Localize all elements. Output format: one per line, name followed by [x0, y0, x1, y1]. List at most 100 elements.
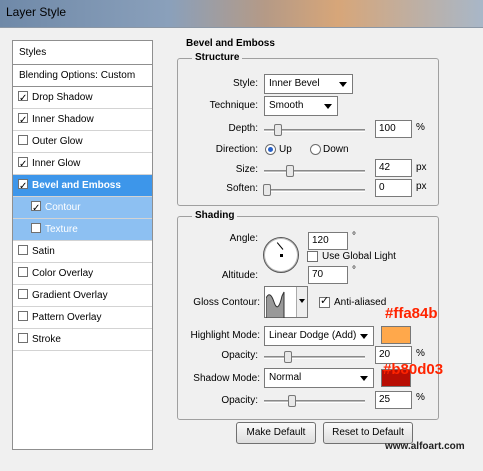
global-light-label[interactable]: Use Global Light: [322, 251, 396, 262]
contour-checkbox[interactable]: [31, 198, 41, 219]
style-item-label: Satin: [32, 246, 55, 257]
anti-aliased-label[interactable]: Anti-aliased: [334, 297, 386, 308]
gloss-contour-label: Gloss Contour:: [193, 297, 260, 308]
stroke-checkbox[interactable]: [18, 333, 28, 344]
style-item-pattern-overlay[interactable]: Pattern Overlay: [13, 307, 152, 329]
soften-unit: px: [416, 181, 427, 192]
global-light-checkbox[interactable]: [307, 251, 318, 262]
style-label: Style:: [232, 78, 258, 89]
blending-options-item[interactable]: Blending Options: Custom: [13, 65, 152, 87]
style-select[interactable]: Inner Bevel: [264, 74, 353, 94]
outer-glow-checkbox[interactable]: [18, 135, 28, 146]
style-item-inner-glow[interactable]: Inner Glow: [13, 153, 152, 175]
style-item-color-overlay[interactable]: Color Overlay: [13, 263, 152, 285]
drop-shadow-checkbox[interactable]: [18, 88, 28, 109]
style-item-outer-glow[interactable]: Outer Glow: [13, 131, 152, 153]
shadow-color-annotation: #b80d03: [383, 361, 444, 378]
chevron-down-icon: [299, 299, 305, 303]
contour-dropdown-arrow[interactable]: [296, 287, 307, 317]
style-item-label: Outer Glow: [32, 136, 83, 147]
style-item-satin[interactable]: Satin: [13, 241, 152, 263]
angle-dial[interactable]: [263, 237, 299, 273]
style-item-gradient-overlay[interactable]: Gradient Overlay: [13, 285, 152, 307]
angle-dial-needle: [276, 242, 284, 250]
highlight-mode-select[interactable]: Linear Dodge (Add): [264, 326, 374, 346]
shading-label: Shading: [192, 210, 238, 221]
soften-slider[interactable]: [263, 184, 365, 196]
styles-header[interactable]: Styles: [13, 41, 152, 65]
style-item-contour[interactable]: Contour: [13, 197, 152, 219]
highlight-opacity-thumb[interactable]: [284, 351, 292, 363]
shadow-mode-label: Shadow Mode:: [193, 373, 260, 384]
shadow-mode-select[interactable]: Normal: [264, 368, 374, 388]
altitude-input[interactable]: 70: [308, 266, 348, 284]
style-item-texture[interactable]: Texture: [13, 219, 152, 241]
style-item-bevel-emboss[interactable]: Bevel and Emboss: [13, 175, 152, 197]
size-slider[interactable]: [264, 165, 365, 177]
altitude-unit: °: [352, 265, 356, 276]
style-item-label: Contour: [45, 202, 81, 213]
technique-label: Technique:: [209, 100, 258, 111]
direction-up-label[interactable]: Up: [279, 144, 292, 155]
shadow-mode-value: Normal: [269, 372, 302, 383]
bevel-emboss-checkbox[interactable]: [18, 176, 28, 197]
inner-glow-checkbox[interactable]: [18, 154, 28, 175]
size-input[interactable]: 42: [375, 159, 412, 177]
style-item-inner-shadow[interactable]: Inner Shadow: [13, 109, 152, 131]
highlight-opacity-slider[interactable]: [264, 351, 365, 363]
contour-curve-icon: [266, 291, 285, 318]
inner-shadow-checkbox[interactable]: [18, 110, 28, 131]
shadow-opacity-thumb[interactable]: [288, 395, 296, 407]
shadow-opacity-slider[interactable]: [264, 395, 365, 407]
shadow-opacity-unit: %: [416, 392, 425, 403]
style-item-label: Inner Glow: [32, 158, 81, 169]
angle-dial-center: [280, 254, 283, 257]
angle-input[interactable]: 120: [308, 232, 348, 250]
size-unit: px: [416, 162, 427, 173]
angle-unit: °: [352, 231, 356, 242]
color-overlay-checkbox[interactable]: [18, 267, 28, 278]
direction-label: Direction:: [215, 144, 258, 155]
chevron-down-icon: [360, 334, 368, 339]
style-item-label: Inner Shadow: [32, 114, 94, 125]
depth-slider-thumb[interactable]: [274, 124, 282, 136]
depth-input[interactable]: 100: [375, 120, 412, 138]
direction-up-radio[interactable]: [265, 144, 276, 155]
chevron-down-icon: [324, 104, 332, 109]
title-bar: Layer Style: [0, 0, 483, 28]
depth-label: Depth:: [228, 123, 258, 134]
window-title: Layer Style: [6, 5, 67, 19]
anti-aliased-checkbox[interactable]: [319, 294, 330, 308]
style-item-label: Pattern Overlay: [32, 312, 102, 323]
styles-list: Styles Blending Options: Custom Drop Sha…: [12, 40, 153, 450]
watermark-text: www.alfoart.com: [385, 441, 465, 452]
angle-label: Angle:: [229, 233, 258, 244]
gloss-contour-picker[interactable]: [264, 286, 308, 318]
style-item-stroke[interactable]: Stroke: [13, 329, 152, 351]
size-slider-thumb[interactable]: [286, 165, 294, 177]
shadow-opacity-input[interactable]: 25: [375, 391, 412, 409]
style-item-label: Gradient Overlay: [32, 290, 108, 301]
make-default-button[interactable]: Make Default: [236, 422, 316, 444]
direction-down-radio[interactable]: [310, 144, 321, 155]
depth-slider[interactable]: [264, 124, 365, 136]
technique-select[interactable]: Smooth: [264, 96, 338, 116]
satin-checkbox[interactable]: [18, 245, 28, 256]
soften-slider-thumb[interactable]: [263, 184, 271, 196]
depth-unit: %: [416, 122, 425, 133]
style-select-value: Inner Bevel: [269, 78, 320, 89]
chevron-down-icon: [360, 376, 368, 381]
direction-down-label[interactable]: Down: [323, 144, 349, 155]
layer-style-dialog: Styles Blending Options: Custom Drop Sha…: [0, 28, 483, 464]
soften-input[interactable]: 0: [375, 179, 412, 197]
highlight-color-annotation: #ffa84b: [385, 305, 438, 322]
style-item-label: Bevel and Emboss: [32, 180, 121, 191]
structure-label: Structure: [192, 52, 243, 63]
gradient-overlay-checkbox[interactable]: [18, 289, 28, 300]
texture-checkbox[interactable]: [31, 223, 41, 234]
soften-label: Soften:: [226, 183, 258, 194]
highlight-color-swatch[interactable]: [381, 326, 411, 344]
style-item-drop-shadow[interactable]: Drop Shadow: [13, 87, 152, 109]
pattern-overlay-checkbox[interactable]: [18, 311, 28, 322]
shadow-opacity-label: Opacity:: [221, 395, 258, 406]
